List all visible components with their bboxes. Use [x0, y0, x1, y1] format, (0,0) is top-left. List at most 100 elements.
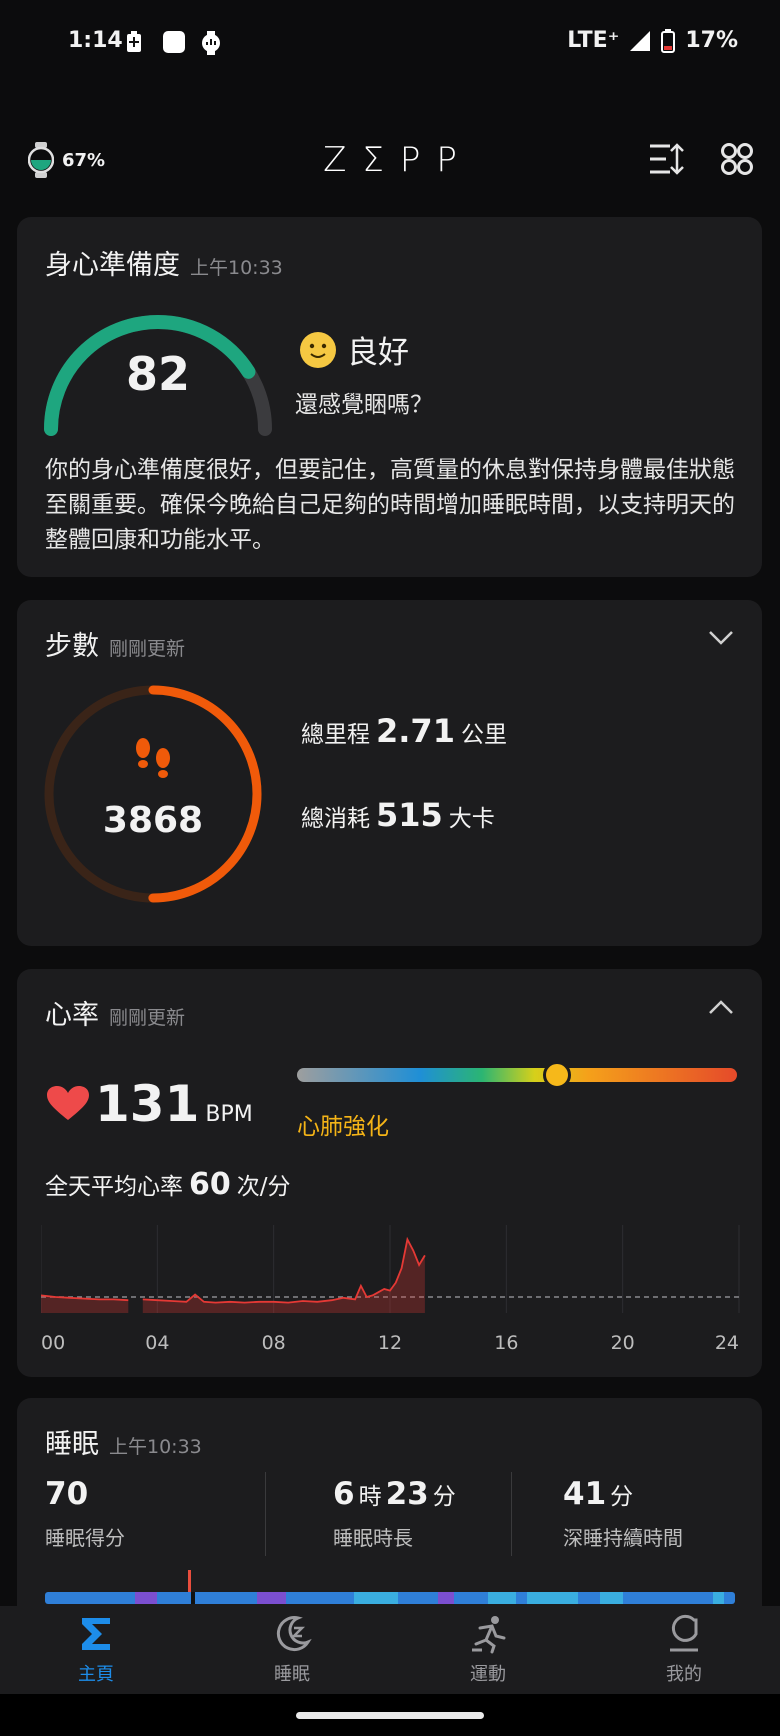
stage-segment [134, 1592, 158, 1604]
steps-updated: 剛剛更新 [109, 638, 186, 660]
sleep-score: 70 [45, 1476, 89, 1512]
x-tick-label: 24 [715, 1332, 739, 1354]
stage-segment [712, 1592, 724, 1604]
status-time: 1:14 [68, 28, 123, 53]
sleep-score-label: 睡眠得分 [45, 1526, 125, 1550]
x-tick-label: 12 [378, 1332, 402, 1354]
home-gesture-pill[interactable] [296, 1712, 484, 1719]
stage-segment [195, 1592, 258, 1604]
nav-profile-label: 我的 [666, 1664, 702, 1685]
calories-label: 總消耗 [301, 806, 370, 832]
watch-notification-icon [202, 31, 220, 55]
sleep-title-text: 睡眠 [45, 1429, 99, 1460]
battery-icon [661, 28, 676, 53]
sleep-marker [188, 1570, 191, 1592]
duration-hours: 6 [333, 1476, 355, 1512]
nav-sleep[interactable]: 睡眠 [232, 1614, 352, 1686]
heart-updated: 剛剛更新 [109, 1007, 186, 1029]
readiness-title-text: 身心準備度 [45, 250, 180, 281]
x-tick-label: 04 [145, 1332, 169, 1354]
smile-face-icon [300, 331, 336, 368]
apps-grid-icon[interactable] [720, 142, 754, 176]
nav-home[interactable]: 主頁 [36, 1614, 156, 1686]
gesture-bar [0, 1694, 780, 1736]
profile-icon [670, 1614, 698, 1652]
nav-workout-label: 運動 [470, 1664, 506, 1685]
calories-unit: 大卡 [448, 806, 495, 832]
heart-rate-card[interactable]: 心率 剛剛更新 131 BPM 心肺強化 全天平均心率 60 次/分 00 04 08 12… [17, 969, 762, 1377]
deep-sleep-col: 41 分 深睡持續時間 [563, 1476, 683, 1551]
steps-ring [44, 685, 262, 903]
x-tick-label: 08 [262, 1332, 286, 1354]
distance-stat: 總里程 2.71 公里 [301, 712, 507, 750]
sleep-title: 睡眠 上午10:33 [45, 1422, 202, 1461]
heart-icon [47, 1086, 89, 1120]
stage-segment [286, 1592, 354, 1604]
hr-zone-label: 心肺強化 [297, 1114, 389, 1140]
bottom-nav: 主頁 睡眠 運動 我的 [0, 1606, 780, 1694]
nav-home-label: 主頁 [78, 1664, 114, 1685]
hr-zone-bar [297, 1068, 737, 1082]
steps-title-text: 步數 [45, 631, 99, 662]
distance-label: 總里程 [301, 722, 370, 748]
avg-unit: 次/分 [236, 1174, 291, 1200]
sleep-time: 上午10:33 [109, 1436, 202, 1458]
chevron-down-icon[interactable] [708, 630, 734, 646]
avg-value: 60 [189, 1167, 231, 1202]
divider [511, 1472, 512, 1556]
sleep-duration: 6 時 23 分 [333, 1476, 460, 1512]
footprints-icon [136, 738, 170, 778]
hours-unit: 時 [358, 1484, 382, 1510]
sleep-duration-col: 6 時 23 分 睡眠時長 [333, 1476, 460, 1551]
heart-rate-chart: 00 04 08 12 16 20 24 [41, 1225, 741, 1354]
readiness-title: 身心準備度 上午10:33 [45, 243, 283, 282]
status-bar: 1:14 LTE⁺ 17% [0, 0, 780, 90]
heart-rate-value: 131 BPM [47, 1075, 253, 1133]
battery-charging-icon [127, 31, 141, 52]
hr-unit: BPM [205, 1102, 253, 1127]
hr-zone-indicator [542, 1061, 571, 1089]
sort-cards-icon[interactable] [648, 142, 684, 176]
network-type: LTE⁺ [567, 28, 620, 53]
deep-value: 41 [563, 1476, 607, 1512]
heart-title-text: 心率 [45, 1000, 99, 1031]
hr-number: 131 [95, 1075, 200, 1133]
app-header: 67% ZΣPP [0, 130, 780, 190]
divider [265, 1472, 266, 1556]
nav-profile[interactable]: 我的 [624, 1614, 744, 1686]
calories-value: 515 [376, 796, 443, 834]
calories-stat: 總消耗 515 大卡 [301, 796, 495, 834]
distance-value: 2.71 [376, 712, 455, 750]
app-notification-icon [163, 31, 185, 53]
stage-segment [527, 1592, 578, 1604]
minutes-unit: 分 [432, 1484, 456, 1510]
readiness-card[interactable]: 身心準備度 上午10:33 82 良好 還感覺睏嗎？ 你的身心準備度很好，但要記住… [17, 217, 762, 577]
steps-title: 步數 剛剛更新 [45, 624, 185, 663]
stage-segment [45, 1592, 135, 1604]
chevron-up-icon[interactable] [708, 999, 734, 1015]
readiness-description: 你的身心準備度很好，但要記住，高質量的休息對保持身體最佳狀態至關重要。確保今晚給… [45, 457, 735, 553]
readiness-question: 還感覺睏嗎？ [295, 392, 433, 418]
nav-workout[interactable]: 運動 [428, 1614, 548, 1686]
readiness-mood: 良好 [299, 327, 409, 372]
duration-minutes: 23 [385, 1476, 429, 1512]
mood-label: 良好 [347, 335, 409, 371]
battery-percent: 17% [685, 28, 738, 53]
stage-segment [157, 1592, 191, 1604]
deep-unit: 分 [610, 1484, 634, 1510]
stage-segment [488, 1592, 517, 1604]
moon-icon [276, 1616, 312, 1652]
stage-segment [437, 1592, 455, 1604]
stage-segment [516, 1592, 528, 1604]
stage-segment [398, 1592, 438, 1604]
deep-sleep-label: 深睡持續時間 [563, 1526, 683, 1550]
heart-title: 心率 剛剛更新 [45, 993, 185, 1032]
distance-unit: 公里 [460, 722, 507, 748]
status-right: LTE⁺ 17% [567, 28, 738, 53]
steps-card[interactable]: 步數 剛剛更新 3868 總里程 2.71 公里 總消耗 515 大卡 [17, 600, 762, 946]
home-sigma-icon [82, 1618, 110, 1650]
stage-segment [257, 1592, 287, 1604]
signal-icon [630, 30, 651, 51]
nav-sleep-label: 睡眠 [274, 1664, 310, 1685]
stage-segment [577, 1592, 601, 1604]
